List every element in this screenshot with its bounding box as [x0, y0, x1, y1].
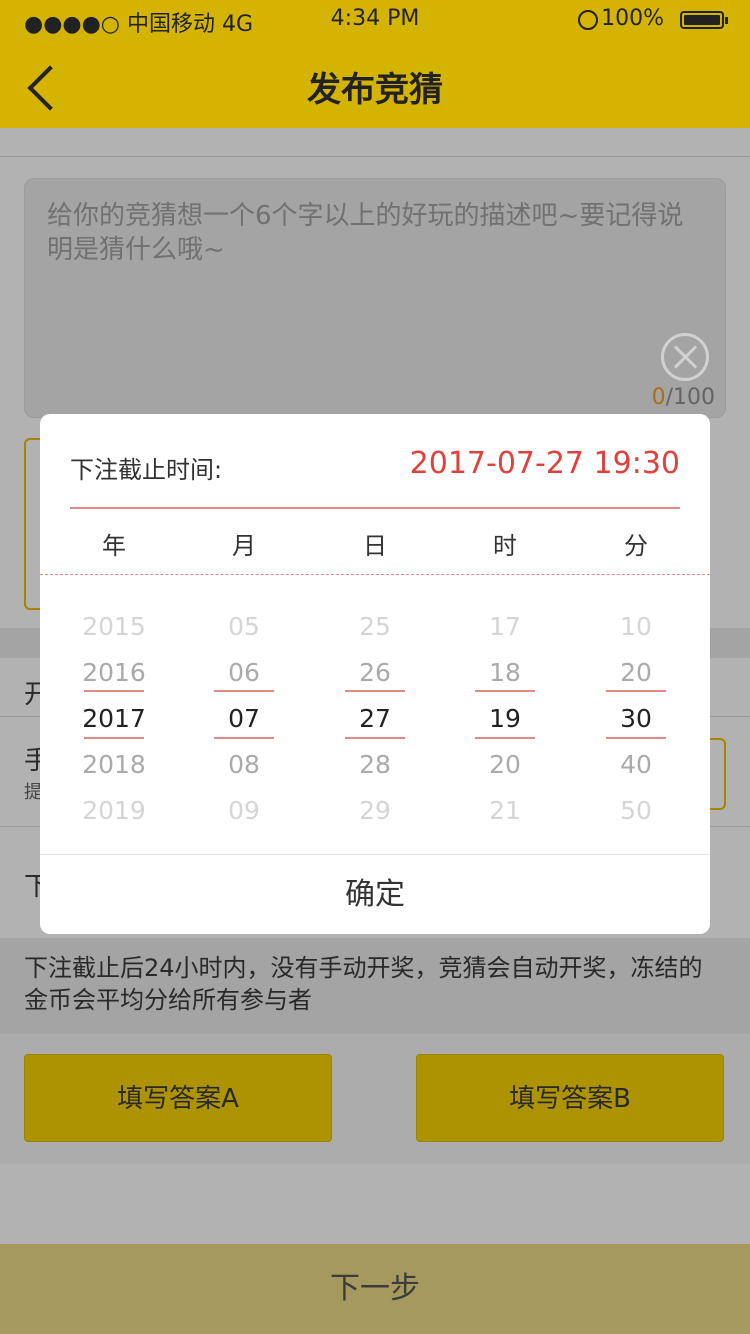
month-wheel[interactable]: 05 06 07 08 09 [179, 604, 309, 834]
wheel-item[interactable]: 17 [440, 604, 570, 650]
selection-line [214, 737, 274, 739]
column-header-year: 年 [102, 532, 126, 560]
selection-line [84, 690, 144, 692]
column-header-month: 月 [232, 532, 256, 560]
status-bar: ●●●●○ 中国移动 4G 4:34 PM 100% [0, 0, 750, 40]
wheel-item[interactable]: 2019 [49, 788, 179, 834]
wheel-item[interactable]: 10 [571, 604, 701, 650]
wheel-item-selected[interactable]: 2017 [49, 696, 179, 742]
wheel-item[interactable]: 20 [440, 742, 570, 788]
wheel-item-selected[interactable]: 19 [440, 696, 570, 742]
selection-line [345, 690, 405, 692]
wheel-item-selected[interactable]: 07 [179, 696, 309, 742]
confirm-button[interactable]: 确定 [40, 855, 710, 934]
wheel-item[interactable]: 08 [179, 742, 309, 788]
divider [70, 507, 680, 509]
minute-wheel[interactable]: 10 20 30 40 50 [571, 604, 701, 834]
deadline-value: 2017-07-27 19:30 [409, 446, 680, 481]
wheel-item[interactable]: 50 [571, 788, 701, 834]
wheel-item[interactable]: 29 [310, 788, 440, 834]
battery-percent: 100% [601, 6, 664, 31]
selection-line [606, 690, 666, 692]
nav-bar: 发布竞猜 [0, 40, 750, 128]
datetime-picker-dialog: 下注截止时间: 2017-07-27 19:30 年 月 日 时 分 2015 … [40, 414, 710, 934]
wheel-item[interactable]: 25 [310, 604, 440, 650]
wheel-item[interactable]: 28 [310, 742, 440, 788]
selection-line [345, 737, 405, 739]
selection-line [214, 690, 274, 692]
wheel-item-selected[interactable]: 27 [310, 696, 440, 742]
year-wheel[interactable]: 2015 2016 2017 2018 2019 [49, 604, 179, 834]
selection-line [475, 737, 535, 739]
dashed-divider [40, 574, 710, 575]
selection-line [475, 690, 535, 692]
day-wheel[interactable]: 25 26 27 28 29 [310, 604, 440, 834]
page-title: 发布竞猜 [307, 70, 443, 110]
wheel-item[interactable]: 09 [179, 788, 309, 834]
wheel-item[interactable]: 21 [440, 788, 570, 834]
selection-line [84, 737, 144, 739]
wheel-item[interactable]: 40 [571, 742, 701, 788]
battery-icon [680, 11, 728, 29]
wheel-item[interactable]: 2018 [49, 742, 179, 788]
selection-line [606, 737, 666, 739]
rotation-lock-icon [578, 10, 598, 30]
column-header-hour: 时 [493, 532, 517, 560]
wheel-item[interactable]: 05 [179, 604, 309, 650]
wheel-item-selected[interactable]: 30 [571, 696, 701, 742]
picker-column-headers: 年 月 日 时 分 [40, 526, 710, 566]
deadline-label: 下注截止时间: [70, 456, 223, 484]
wheel-item[interactable]: 2015 [49, 604, 179, 650]
column-header-minute: 分 [624, 532, 648, 560]
column-header-day: 日 [363, 532, 387, 560]
hour-wheel[interactable]: 17 18 19 20 21 [440, 604, 570, 834]
